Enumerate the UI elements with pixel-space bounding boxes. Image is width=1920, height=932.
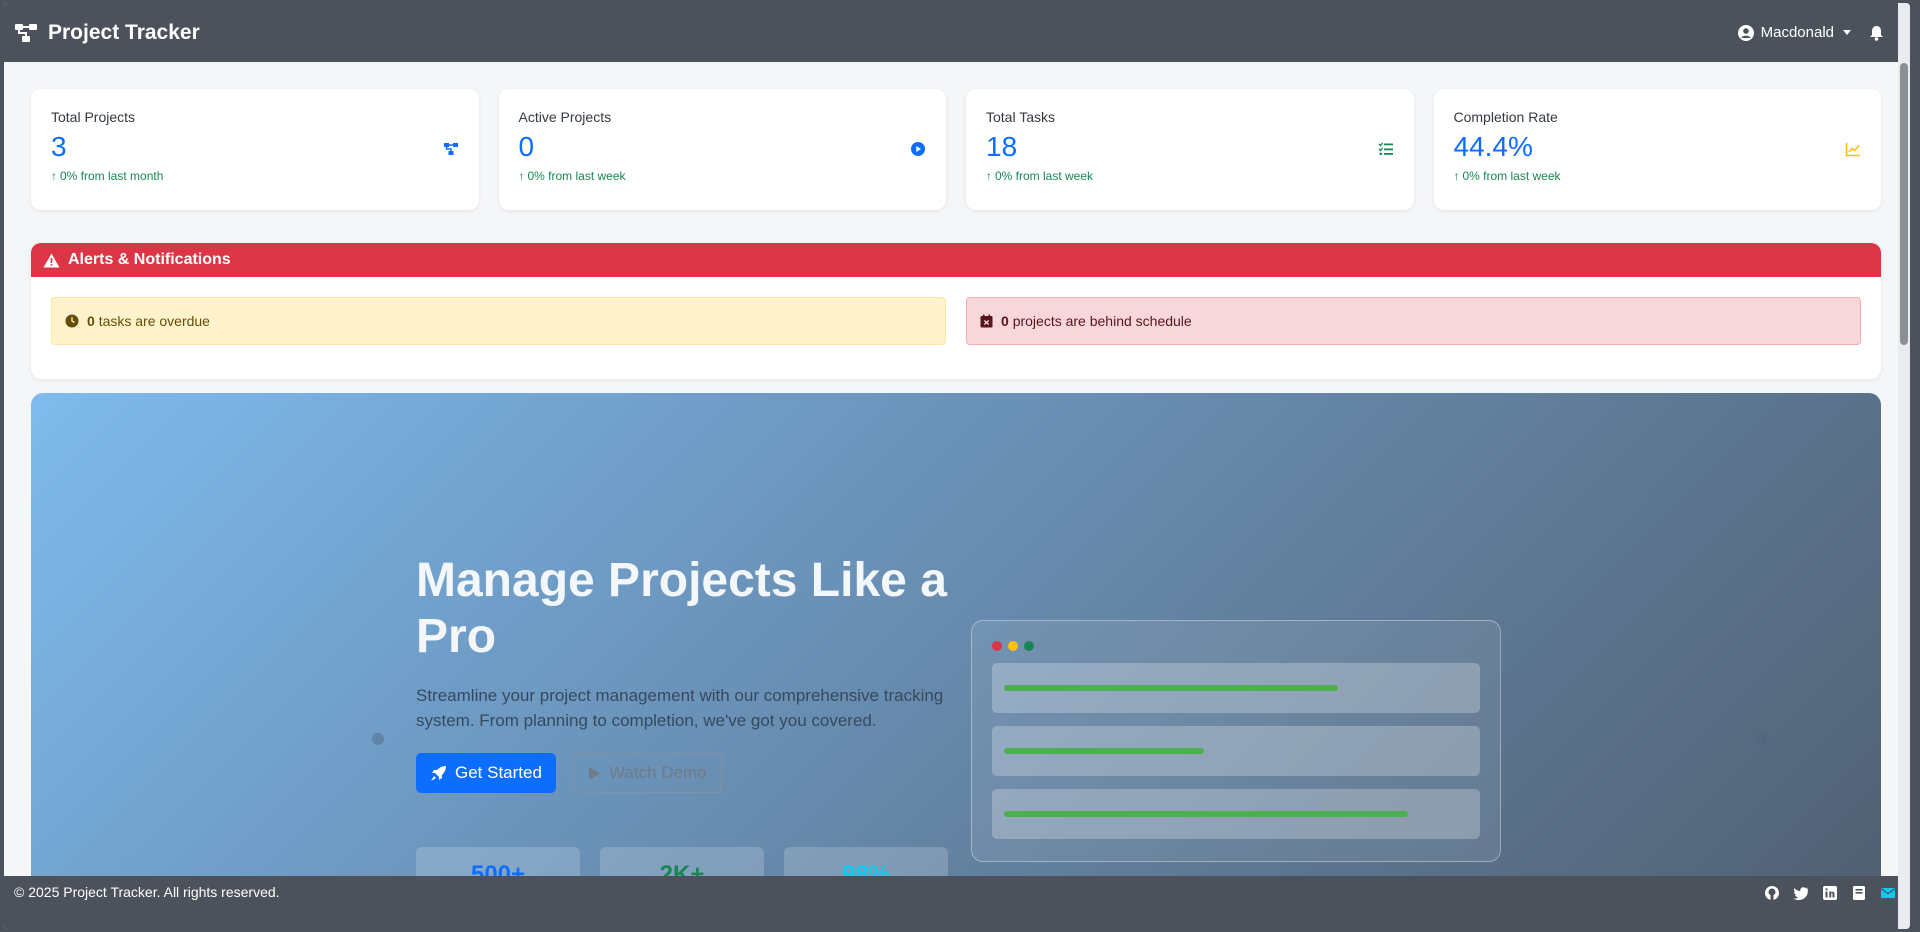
rocket-icon (431, 765, 446, 781)
user-circle-icon (1737, 24, 1754, 41)
app-window: Project Tracker Macdonald Total Projects… (4, 3, 1910, 929)
mockup-row (992, 663, 1480, 713)
stat-change: ↑ 0% from last week (519, 169, 927, 183)
play-circle-icon (911, 142, 925, 156)
stat-card-total-tasks: Total Tasks 18 ↑ 0% from last week (966, 89, 1414, 210)
warning-icon (43, 253, 60, 267)
overdue-tasks-alert: 0 tasks are overdue (51, 297, 946, 345)
stat-value: 0 (518, 131, 535, 162)
project-diagram-icon (15, 23, 37, 42)
brand-title: Project Tracker (48, 20, 200, 44)
navbar: Project Tracker Macdonald (4, 3, 1910, 62)
alerts-card: Alerts & Notifications 0 tasks are overd… (31, 243, 1881, 379)
user-menu[interactable]: Macdonald (1737, 24, 1851, 41)
stat-card-completion-rate: Completion Rate 44.4% ↑ 0% from last week (1433, 89, 1881, 210)
stat-title: Active Projects (518, 109, 612, 125)
book-icon[interactable] (1851, 885, 1867, 901)
mockup-row (992, 789, 1480, 839)
bell-icon[interactable] (1869, 25, 1884, 41)
progress-bar (1004, 685, 1339, 691)
scrollbar[interactable] (1898, 3, 1910, 929)
dashboard-mockup (971, 620, 1501, 862)
stat-value: 18 (986, 131, 1018, 162)
watch-demo-label: Watch Demo (608, 763, 707, 782)
stat-change: ↑ 0% from last month (51, 169, 459, 183)
twitter-icon[interactable] (1793, 885, 1809, 901)
stat-change-text: 0% from last week (1462, 169, 1561, 183)
project-diagram-icon (443, 143, 458, 155)
decorative-dot (1755, 733, 1767, 745)
behind-text: projects are behind schedule (1012, 313, 1192, 329)
linkedin-icon[interactable] (1822, 885, 1838, 901)
copyright-text: © 2025 Project Tracker. All rights reser… (14, 884, 280, 900)
hero-section: Manage Projects Like a Pro Streamline yo… (31, 393, 1881, 929)
mockup-row (992, 726, 1480, 776)
stat-card-total-projects: Total Projects 3 ↑ 0% from last month (31, 89, 479, 210)
brand[interactable]: Project Tracker (14, 21, 200, 45)
stat-card-active-projects: Active Projects 0 ↑ 0% from last week (498, 89, 946, 210)
github-icon[interactable] (1764, 885, 1780, 901)
stat-title: Total Tasks (986, 109, 1055, 125)
user-name: Macdonald (1760, 24, 1834, 41)
play-icon (588, 766, 600, 780)
chevron-down-icon (1843, 30, 1851, 35)
scrollbar-thumb[interactable] (1900, 63, 1908, 345)
stat-change-text: 0% from last week (527, 169, 626, 183)
behind-count: 0 (1001, 313, 1009, 329)
tasks-icon (1378, 142, 1393, 155)
arrow-up-icon: ↑ (1453, 169, 1460, 183)
stat-change: ↑ 0% from last week (986, 169, 1394, 183)
progress-bar (1004, 811, 1408, 817)
stats-row: Total Projects 3 ↑ 0% from last month Act… (31, 89, 1881, 210)
red-dot (992, 641, 1002, 651)
green-dot (1024, 641, 1034, 651)
stat-change-text: 0% from last week (995, 169, 1094, 183)
stat-value: 44.4% (1453, 131, 1533, 162)
stat-change: ↑ 0% from last week (1454, 169, 1862, 183)
watch-demo-button[interactable]: Watch Demo (572, 753, 722, 793)
hero-text: Streamline your project management with … (416, 686, 944, 730)
behind-schedule-alert: 0 projects are behind schedule (966, 297, 1861, 345)
stat-value: 3 (51, 131, 67, 162)
yellow-dot (1008, 641, 1018, 651)
arrow-up-icon: ↑ (518, 169, 525, 183)
get-started-button[interactable]: Get Started (416, 753, 556, 793)
footer: © 2025 Project Tracker. All rights reser… (4, 876, 1910, 929)
arrow-up-icon: ↑ (986, 169, 992, 183)
alerts-header: Alerts & Notifications (31, 243, 1881, 277)
arrow-up-icon: ↑ (51, 169, 57, 183)
overdue-text: tasks are overdue (98, 313, 210, 329)
social-links (1764, 885, 1896, 901)
overdue-count: 0 (87, 313, 95, 329)
clock-icon (65, 314, 79, 328)
alerts-title: Alerts & Notifications (68, 251, 231, 268)
hero-title: Manage Projects Like a Pro (416, 554, 947, 663)
chart-line-icon (1845, 143, 1860, 157)
progress-bar (1004, 748, 1204, 754)
get-started-label: Get Started (455, 763, 542, 782)
stat-title: Total Projects (51, 109, 136, 125)
stat-title: Completion Rate (1453, 109, 1558, 125)
decorative-dot (372, 733, 384, 745)
calendar-times-icon (980, 314, 993, 328)
envelope-icon[interactable] (1880, 885, 1896, 901)
stat-change-text: 0% from last month (60, 169, 164, 183)
